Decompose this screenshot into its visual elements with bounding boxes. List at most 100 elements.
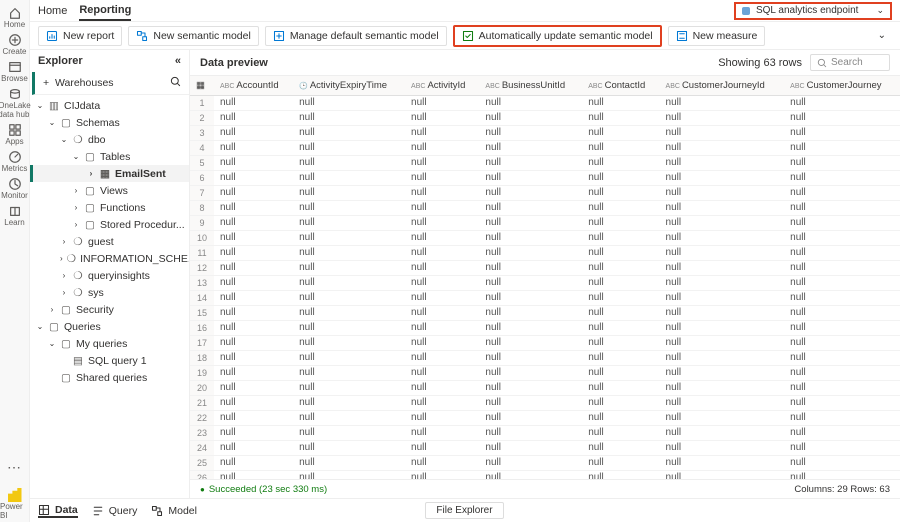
tree-node-10[interactable]: ›❍queryinsights — [30, 267, 189, 284]
tree-node-6[interactable]: ›▢Functions — [30, 199, 189, 216]
table-row[interactable]: 26nullnullnullnullnullnullnull — [190, 470, 900, 479]
warehouses-button[interactable]: Warehouses — [55, 77, 114, 89]
expand-icon[interactable]: › — [72, 186, 80, 195]
tree-node-11[interactable]: ›❍sys — [30, 284, 189, 301]
cell: null — [405, 215, 479, 230]
expand-icon[interactable]: › — [72, 203, 80, 212]
expand-icon[interactable]: ⌄ — [36, 101, 44, 110]
tree-node-1[interactable]: ⌄▢Schemas — [30, 114, 189, 131]
tree-node-4[interactable]: ›▦EmailSent — [30, 165, 189, 182]
manage-default-model-button[interactable]: Manage default semantic model — [265, 26, 447, 46]
tree-node-2[interactable]: ⌄❍dbo — [30, 131, 189, 148]
tree-node-9[interactable]: ›❍INFORMATION_SCHE... — [30, 250, 189, 267]
column-header[interactable]: ABCActivityId — [405, 76, 479, 95]
expand-icon[interactable]: › — [60, 288, 68, 297]
table-row[interactable]: 12nullnullnullnullnullnullnull — [190, 260, 900, 275]
expand-icon[interactable]: ⌄ — [48, 339, 56, 348]
bottom-tab-query[interactable]: Query — [92, 505, 138, 517]
expand-icon[interactable]: › — [48, 305, 56, 314]
table-row[interactable]: 18nullnullnullnullnullnullnull — [190, 350, 900, 365]
toolbar-overflow[interactable]: ⌄ — [872, 30, 892, 41]
table-row[interactable]: 10nullnullnullnullnullnullnull — [190, 230, 900, 245]
expand-icon[interactable]: › — [60, 271, 68, 280]
cell: null — [784, 335, 900, 350]
expand-icon[interactable]: › — [60, 254, 63, 263]
column-header[interactable]: ABCCustomerJourneyId — [660, 76, 785, 95]
table-row[interactable]: 7nullnullnullnullnullnullnull — [190, 185, 900, 200]
expand-icon[interactable]: ⌄ — [72, 152, 80, 161]
table-row[interactable]: 8nullnullnullnullnullnullnull — [190, 200, 900, 215]
tab-home[interactable]: Home — [38, 2, 67, 20]
row-header[interactable]: ▦ — [190, 76, 214, 95]
bottom-tab-data[interactable]: Data — [38, 504, 78, 518]
table-row[interactable]: 13nullnullnullnullnullnullnull — [190, 275, 900, 290]
explorer-collapse-icon[interactable]: « — [175, 55, 181, 67]
cell: null — [582, 155, 659, 170]
tree-node-12[interactable]: ›▢Security — [30, 301, 189, 318]
expand-icon[interactable]: ⌄ — [36, 322, 44, 331]
nav-metrics[interactable]: Metrics — [0, 148, 31, 175]
expand-icon[interactable]: ⌄ — [60, 135, 68, 144]
tree-node-13[interactable]: ⌄▢Queries — [30, 318, 189, 335]
table-row[interactable]: 6nullnullnullnullnullnullnull — [190, 170, 900, 185]
table-row[interactable]: 23nullnullnullnullnullnullnull — [190, 425, 900, 440]
tab-reporting[interactable]: Reporting — [79, 1, 131, 21]
new-report-button[interactable]: New report — [38, 26, 122, 46]
cell: null — [214, 200, 293, 215]
tree-node-7[interactable]: ›▢Stored Procedur... — [30, 216, 189, 233]
expand-icon[interactable]: ⌄ — [48, 118, 56, 127]
table-row[interactable]: 21nullnullnullnullnullnullnull — [190, 395, 900, 410]
cell: null — [479, 125, 582, 140]
table-row[interactable]: 16nullnullnullnullnullnullnull — [190, 320, 900, 335]
nav-onelake[interactable]: OneLake data hub — [0, 85, 31, 121]
column-header[interactable]: 🕒ActivityExpiryTime — [293, 76, 405, 95]
nav-home[interactable]: Home — [0, 4, 31, 31]
table-row[interactable]: 22nullnullnullnullnullnullnull — [190, 410, 900, 425]
column-header[interactable]: ABCBusinessUnitId — [479, 76, 582, 95]
table-row[interactable]: 14nullnullnullnullnullnullnull — [190, 290, 900, 305]
more-nav[interactable]: ⋯ — [0, 457, 29, 478]
tree-node-3[interactable]: ⌄▢Tables — [30, 148, 189, 165]
table-row[interactable]: 24nullnullnullnullnullnullnull — [190, 440, 900, 455]
table-row[interactable]: 25nullnullnullnullnullnullnull — [190, 455, 900, 470]
table-row[interactable]: 1nullnullnullnullnullnullnull — [190, 95, 900, 110]
tree-node-15[interactable]: ▤SQL query 1 — [30, 352, 189, 369]
nav-create[interactable]: Create — [0, 31, 31, 58]
nav-apps[interactable]: Apps — [0, 121, 31, 148]
table-row[interactable]: 11nullnullnullnullnullnullnull — [190, 245, 900, 260]
new-semantic-model-button[interactable]: New semantic model — [128, 26, 258, 46]
search-icon[interactable] — [170, 76, 181, 90]
table-row[interactable]: 3nullnullnullnullnullnullnull — [190, 125, 900, 140]
table-row[interactable]: 20nullnullnullnullnullnullnull — [190, 380, 900, 395]
tree-node-0[interactable]: ⌄▥CIJdata — [30, 97, 189, 114]
tree-node-5[interactable]: ›▢Views — [30, 182, 189, 199]
auto-update-model-button[interactable]: Automatically update semantic model — [453, 25, 662, 47]
nav-browse[interactable]: Browse — [0, 58, 31, 85]
data-grid[interactable]: ▦ABCAccountId🕒ActivityExpiryTimeABCActiv… — [190, 76, 900, 479]
table-row[interactable]: 5nullnullnullnullnullnullnull — [190, 155, 900, 170]
table-row[interactable]: 19nullnullnullnullnullnullnull — [190, 365, 900, 380]
endpoint-selector[interactable]: SQL analytics endpoint ⌄ — [734, 2, 892, 20]
expand-icon[interactable]: › — [72, 220, 80, 229]
expand-icon[interactable]: › — [87, 169, 95, 178]
bottom-tab-model[interactable]: Model — [151, 505, 197, 517]
tree-node-14[interactable]: ⌄▢My queries — [30, 335, 189, 352]
table-row[interactable]: 4nullnullnullnullnullnullnull — [190, 140, 900, 155]
search-input[interactable]: Search — [810, 54, 890, 71]
column-header[interactable]: ABCContactId — [582, 76, 659, 95]
table-row[interactable]: 9nullnullnullnullnullnullnull — [190, 215, 900, 230]
power-bi-nav[interactable]: Power BI — [0, 482, 29, 522]
tree-node-8[interactable]: ›❍guest — [30, 233, 189, 250]
nav-monitor[interactable]: Monitor — [0, 175, 31, 202]
expand-icon[interactable]: › — [60, 237, 68, 246]
tree-node-16[interactable]: ▢Shared queries — [30, 369, 189, 386]
new-measure-button[interactable]: New measure — [668, 26, 766, 46]
nav-learn[interactable]: Learn — [0, 202, 31, 229]
file-explorer-button[interactable]: File Explorer — [425, 502, 503, 519]
cell: null — [405, 170, 479, 185]
table-row[interactable]: 2nullnullnullnullnullnullnull — [190, 110, 900, 125]
column-header[interactable]: ABCCustomerJourney — [784, 76, 900, 95]
table-row[interactable]: 15nullnullnullnullnullnullnull — [190, 305, 900, 320]
column-header[interactable]: ABCAccountId — [214, 76, 293, 95]
table-row[interactable]: 17nullnullnullnullnullnullnull — [190, 335, 900, 350]
